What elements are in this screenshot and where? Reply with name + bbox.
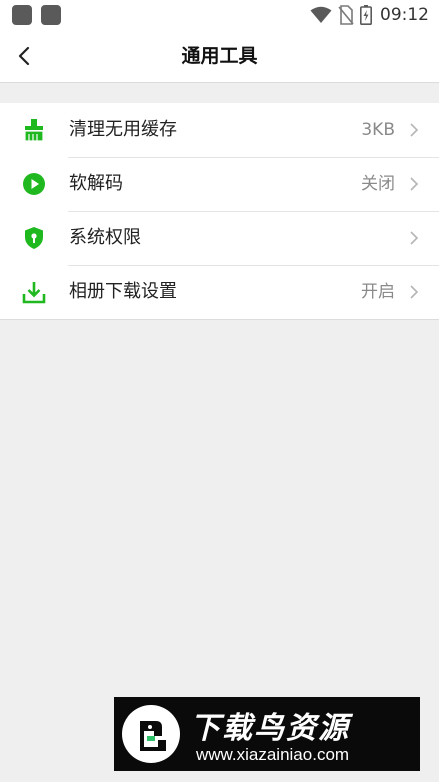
broom-icon <box>24 119 44 142</box>
tools-list: 清理无用缓存 3KB 软解码 关闭 系统权限 相册下载设置 开启 <box>0 103 439 320</box>
app-notification-icon <box>12 5 32 25</box>
menu-item-clear-cache[interactable]: 清理无用缓存 3KB <box>0 103 439 157</box>
battery-charging-icon <box>360 5 372 25</box>
menu-item-soft-decode[interactable]: 软解码 关闭 <box>0 157 439 211</box>
chevron-right-icon <box>410 177 419 191</box>
menu-item-value: 开启 <box>361 282 395 302</box>
bird-logo-icon <box>122 705 180 763</box>
menu-item-label: 系统权限 <box>69 227 141 248</box>
back-arrow-icon[interactable] <box>12 43 38 69</box>
watermark-banner: 下载鸟资源 www.xiazainiao.com <box>114 697 420 771</box>
menu-item-label: 软解码 <box>69 173 123 194</box>
menu-item-system-permissions[interactable]: 系统权限 <box>0 211 439 265</box>
no-sim-icon <box>338 5 354 25</box>
status-bar: 09:12 <box>0 0 439 30</box>
menu-item-label: 相册下载设置 <box>69 281 177 302</box>
menu-item-value: 关闭 <box>361 174 395 194</box>
shield-icon <box>25 227 43 249</box>
watermark-url: www.xiazainiao.com <box>196 745 350 764</box>
watermark-title: 下载鸟资源 <box>190 711 350 746</box>
menu-item-album-download[interactable]: 相册下载设置 开启 <box>0 265 439 319</box>
menu-item-label: 清理无用缓存 <box>69 119 177 140</box>
menu-item-value: 3KB <box>361 120 395 140</box>
app-notification-icon <box>41 5 61 25</box>
play-circle-icon <box>23 173 45 195</box>
download-icon <box>22 282 46 304</box>
chevron-right-icon <box>410 231 419 245</box>
status-time: 09:12 <box>380 5 429 25</box>
page-title: 通用工具 <box>181 45 258 67</box>
chevron-right-icon <box>410 123 419 137</box>
chevron-right-icon <box>410 285 419 299</box>
title-bar: 通用工具 <box>0 30 439 83</box>
wifi-icon <box>310 6 332 23</box>
